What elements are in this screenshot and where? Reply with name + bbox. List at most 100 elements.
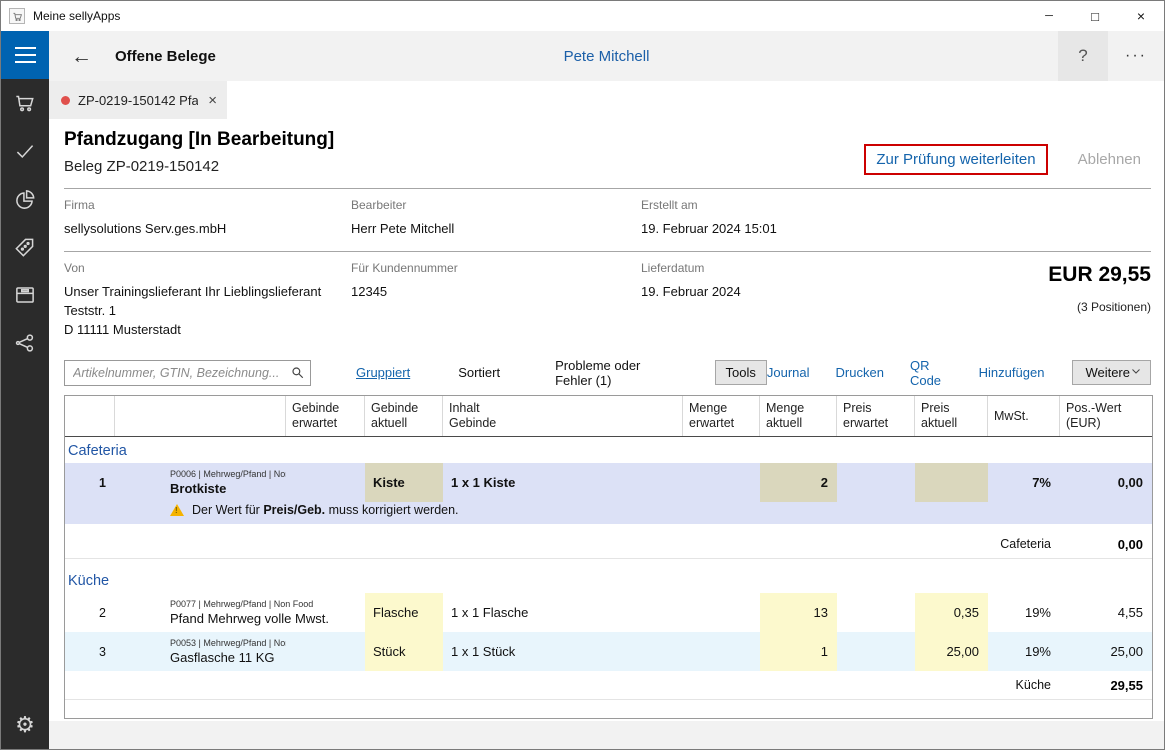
reject-button[interactable]: Ablehnen bbox=[1078, 151, 1141, 168]
field-label: Lieferdatum bbox=[641, 260, 705, 275]
field-label: Bearbeiter bbox=[351, 198, 407, 212]
group-header-cafeteria: Cafeteria bbox=[68, 443, 127, 460]
footer-strip bbox=[49, 721, 1164, 749]
field-erstellt-am: Erstellt am 19. Februar 2024 15:01 bbox=[641, 198, 1151, 239]
group-header-kueche: Küche bbox=[68, 573, 110, 590]
filter-sortiert[interactable]: Sortiert bbox=[458, 365, 500, 380]
search-input[interactable] bbox=[64, 359, 311, 386]
gear-icon[interactable]: ⚙ bbox=[1, 701, 49, 749]
checkmark-icon[interactable] bbox=[1, 127, 49, 175]
app-header: ← Offene Belege Pete Mitchell ? ··· bbox=[49, 31, 1164, 81]
article-cell: P0006 | Mehrweg/Pfand | Non Food Brotkis… bbox=[115, 463, 313, 503]
preis-aktuell-cell[interactable]: 0,35 bbox=[915, 593, 988, 633]
col-header bbox=[115, 396, 286, 437]
row-warning: Der Wert für Preis/Geb. muss korrigiert … bbox=[65, 502, 1152, 525]
qr-code-link[interactable]: QR Code bbox=[910, 358, 953, 388]
window-titlebar: Meine sellyApps ─ □ × bbox=[1, 1, 1164, 31]
help-icon[interactable]: ? bbox=[1058, 31, 1108, 81]
menge-aktuell-cell[interactable]: 13 bbox=[760, 593, 837, 633]
field-kundennummer: Für Kundennummer 12345 bbox=[351, 261, 641, 340]
field-value: Unser Trainingslieferant Ihr Lieblingsli… bbox=[64, 283, 351, 340]
gebinde-erwartet-cell bbox=[286, 463, 365, 503]
menge-aktuell-cell[interactable]: 1 bbox=[760, 632, 837, 672]
shopping-cart-icon[interactable] bbox=[1, 79, 49, 127]
journal-link[interactable]: Journal bbox=[767, 365, 810, 380]
field-value: 19. Februar 2024 15:01 bbox=[641, 221, 777, 236]
document-total: EUR 29,55 (3 Positionen) bbox=[881, 261, 1151, 340]
user-name-link[interactable]: Pete Mitchell bbox=[49, 48, 1164, 65]
close-button[interactable]: × bbox=[1118, 1, 1164, 31]
page-title: Offene Belege bbox=[115, 47, 216, 65]
article-cell: P0077 | Mehrweg/Pfand | Non Food Pfand M… bbox=[115, 593, 329, 632]
filter-probleme-oder-fehler[interactable]: Probleme oder Fehler (1) bbox=[555, 358, 669, 388]
book-icon[interactable] bbox=[1, 271, 49, 319]
hinzufuegen-link[interactable]: Hinzufügen bbox=[979, 365, 1045, 380]
maximize-button[interactable]: □ bbox=[1072, 1, 1118, 31]
document-content: Pfandzugang [In Bearbeitung] Beleg ZP-02… bbox=[49, 119, 1164, 721]
subtotal-value: 29,55 bbox=[1110, 677, 1143, 693]
von-line: D 11111 Musterstadt bbox=[64, 321, 181, 337]
gebinde-aktuell-cell[interactable]: Flasche bbox=[365, 593, 443, 633]
pos-wert-cell: 4,55 bbox=[1117, 605, 1143, 621]
minimize-button[interactable]: ─ bbox=[1026, 1, 1072, 31]
von-line: Unser Trainingslieferant Ihr Lieblingsli… bbox=[64, 283, 322, 299]
drucken-link[interactable]: Drucken bbox=[836, 365, 884, 380]
document-title: Pfandzugang [In Bearbeitung] bbox=[64, 129, 335, 150]
gebinde-aktuell-cell[interactable]: Kiste bbox=[365, 463, 443, 503]
field-firma: Firma sellysolutions Serv.ges.mbH bbox=[64, 198, 351, 239]
document-tab[interactable]: ZP-0219-150142 Pfa... × bbox=[49, 81, 227, 119]
table-row[interactable]: 3 P0053 | Mehrweg/Pfand | Non Food Gasfl… bbox=[65, 632, 1152, 672]
menge-aktuell-cell[interactable]: 2 bbox=[760, 463, 837, 503]
tab-close-icon[interactable]: × bbox=[198, 92, 217, 109]
tab-bar: ZP-0219-150142 Pfa... × bbox=[49, 81, 1164, 119]
more-options-icon[interactable]: ··· bbox=[1108, 31, 1164, 81]
pos-wert-cell: 25,00 bbox=[1060, 632, 1152, 672]
field-von: Von Unser Trainingslieferant Ihr Lieblin… bbox=[64, 261, 351, 340]
mwst-cell: 19% bbox=[988, 632, 1060, 672]
tools-button[interactable]: Tools bbox=[714, 360, 767, 386]
back-arrow-icon[interactable]: ← bbox=[71, 46, 92, 67]
menge-erwartet-cell bbox=[683, 593, 760, 632]
group-subtotal-kueche: Küche 29,55 bbox=[65, 671, 1152, 701]
col-header bbox=[65, 396, 115, 437]
article-code: P0077 | Mehrweg/Pfand | Non Food bbox=[170, 598, 314, 609]
chevron-down-icon bbox=[1130, 365, 1142, 380]
subtotal-value: 0,00 bbox=[1117, 536, 1143, 552]
von-line: Teststr. 1 bbox=[64, 302, 117, 318]
gebinde-aktuell-cell[interactable]: Stück bbox=[365, 632, 443, 672]
inhalt-gebinde-cell: 1 x 1 Stück bbox=[443, 632, 683, 672]
article-cell: P0053 | Mehrweg/Pfand | Non Food Gasflas… bbox=[115, 632, 313, 672]
filter-gruppiert[interactable]: Gruppiert bbox=[356, 365, 410, 380]
forward-for-review-button[interactable]: Zur Prüfung weiterleiten bbox=[864, 143, 1048, 175]
col-header-preis-aktuell: Preis aktuell bbox=[915, 396, 988, 437]
col-header-menge-aktuell: Menge aktuell bbox=[760, 396, 837, 437]
tag-icon[interactable] bbox=[1, 223, 49, 271]
hamburger-menu-icon[interactable] bbox=[1, 31, 49, 79]
col-header-pos-wert: Pos.-Wert (EUR) bbox=[1066, 400, 1122, 431]
preis-aktuell-cell[interactable]: 25,00 bbox=[915, 632, 988, 672]
pie-chart-icon[interactable] bbox=[1, 175, 49, 223]
field-value: 19. Februar 2024 bbox=[641, 283, 741, 299]
preis-aktuell-cell[interactable] bbox=[915, 463, 988, 503]
app-logo-icon bbox=[9, 8, 25, 24]
positions-table: Gebinde erwartet Gebinde aktuell Inhalt … bbox=[64, 395, 1153, 720]
unsaved-dot-icon bbox=[61, 95, 70, 105]
warning-icon bbox=[170, 504, 184, 517]
col-header-gebinde-aktuell: Gebinde aktuell bbox=[365, 396, 443, 437]
article-name: Gasflasche 11 KG bbox=[170, 649, 275, 665]
preis-erwartet-cell bbox=[837, 463, 915, 503]
share-icon[interactable] bbox=[1, 319, 49, 367]
document-number: Beleg ZP-0219-150142 bbox=[64, 158, 220, 175]
pos-wert-cell: 0,00 bbox=[1060, 463, 1152, 503]
menge-erwartet-cell bbox=[683, 632, 760, 672]
weitere-dropdown[interactable]: Weitere bbox=[1072, 360, 1151, 386]
table-row[interactable]: 1 P0006 | Mehrweg/Pfand | Non Food Brotk… bbox=[65, 463, 1152, 503]
table-row[interactable]: 2 P0077 | Mehrweg/Pfand | Non Food Pfand… bbox=[65, 593, 1152, 633]
col-header-menge-erwartet: Menge erwartet bbox=[683, 396, 760, 437]
sidebar: ⚙ bbox=[1, 31, 49, 749]
field-value: 12345 bbox=[351, 283, 388, 299]
inhalt-gebinde-cell: 1 x 1 Kiste bbox=[443, 463, 683, 503]
field-label: Erstellt am bbox=[641, 198, 698, 212]
